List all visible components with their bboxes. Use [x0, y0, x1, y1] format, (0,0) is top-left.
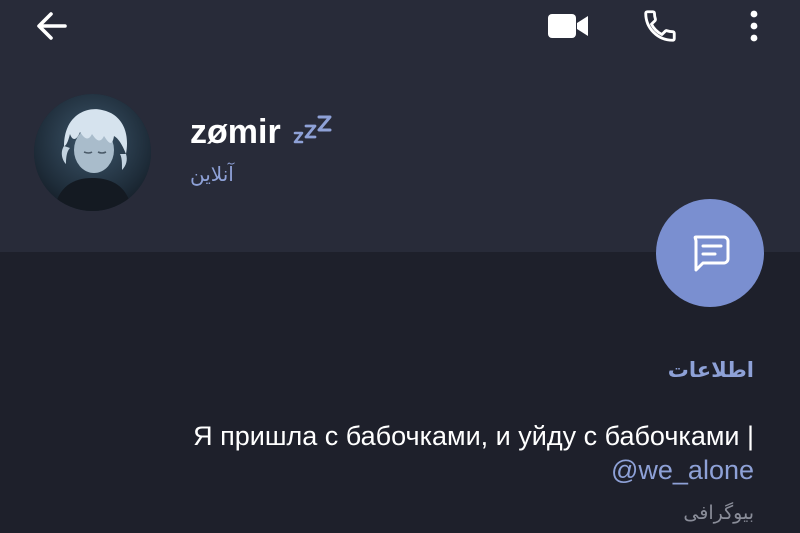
- more-vertical-icon: [750, 10, 758, 42]
- message-icon: [693, 235, 730, 272]
- profile-name: zømir: [190, 113, 281, 151]
- video-camera-icon: [548, 14, 588, 38]
- send-message-button[interactable]: [656, 199, 764, 307]
- phone-icon: [644, 10, 676, 42]
- zzz-icon: [293, 115, 332, 144]
- arrow-left-icon: [37, 12, 67, 40]
- back-button[interactable]: [28, 4, 76, 48]
- info-section-title: اطلاعات: [667, 358, 754, 382]
- bio-text: Я пришла с бабочками, и уйду с бабочками…: [193, 421, 754, 451]
- profile-name-row: zømir: [190, 110, 333, 154]
- avatar[interactable]: [34, 94, 151, 211]
- more-options-button[interactable]: [734, 2, 774, 50]
- online-status: آنلاین: [190, 162, 234, 186]
- bio-caption: بیوگرافی: [683, 502, 754, 524]
- voice-call-button[interactable]: [636, 2, 684, 50]
- video-call-button[interactable]: [540, 4, 596, 48]
- bio-username-link[interactable]: @we_alone: [611, 452, 754, 488]
- profile-screen: zømir آنلاین اطلاعات Я пришла с бабочкам…: [0, 0, 800, 533]
